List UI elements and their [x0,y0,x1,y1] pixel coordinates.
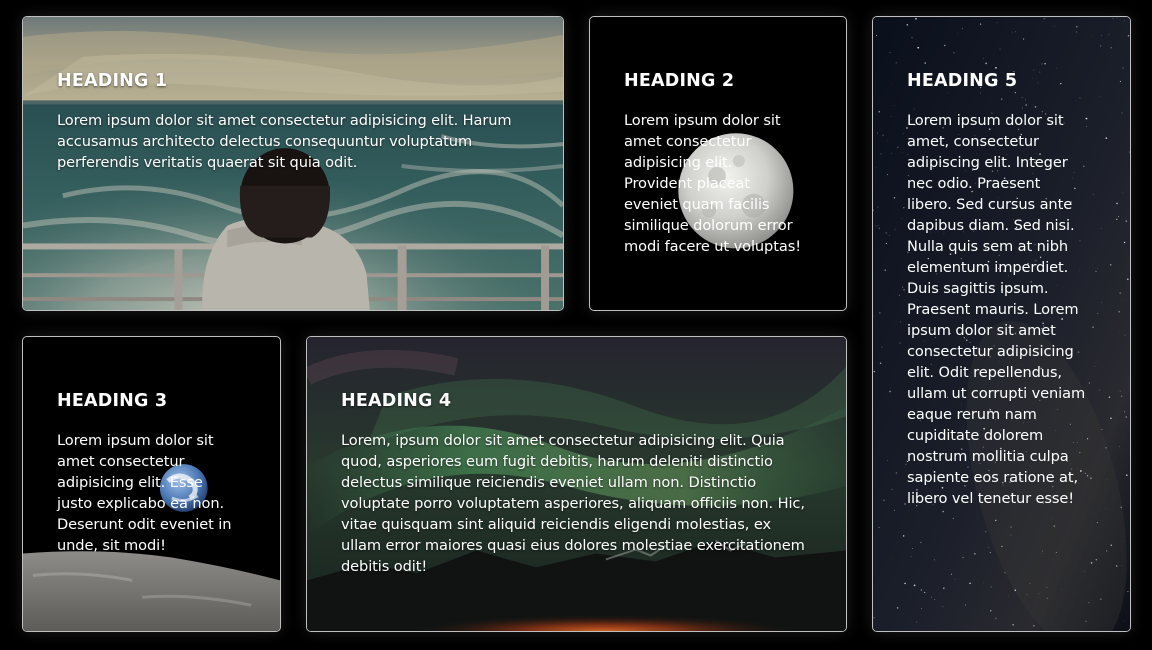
card-heading: HEADING 1 [57,71,168,91]
card-heading: HEADING 5 [907,71,1018,91]
card-heading: HEADING 3 [57,391,168,411]
card-text: Lorem ipsum dolor sit amet consectetur a… [57,112,512,171]
card-heading-5: HEADING 5 Lorem ipsum dolor sit amet, co… [872,16,1131,632]
card-heading-4: HEADING 4 Lorem, ipsum dolor sit amet co… [306,336,847,632]
card-heading-2: HEADING 2 Lorem ipsum dolor sit amet con… [589,16,847,311]
card-heading-1: HEADING 1 Lorem ipsum dolor sit amet con… [22,16,564,311]
card-text: Lorem ipsum dolor sit amet, consectetur … [907,112,1086,507]
card-text: Lorem ipsum dolor sit amet consectetur a… [624,112,801,255]
card-text: Lorem, ipsum dolor sit amet consectetur … [341,432,805,575]
card-heading: HEADING 2 [624,71,735,91]
card-text: Lorem ipsum dolor sit amet consectetur a… [57,432,232,554]
card-heading-3: HEADING 3 Lorem ipsum dolor sit amet con… [22,336,281,632]
card-heading: HEADING 4 [341,391,452,411]
